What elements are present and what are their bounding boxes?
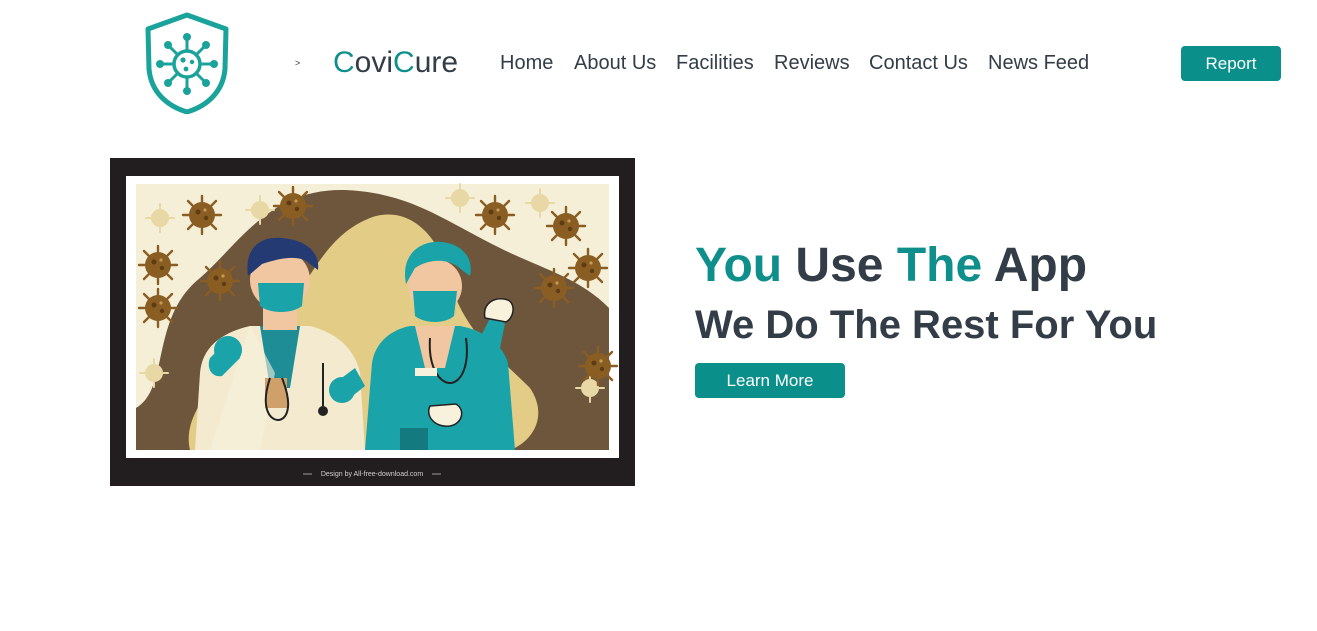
headline-word-app: App (982, 239, 1088, 292)
hero-illustration: Design by All-free-download.com (110, 158, 635, 486)
brand-part-ure: ure (414, 46, 459, 79)
nav-link-contact-us[interactable]: Contact Us (869, 52, 968, 74)
headline-word-you: You (695, 239, 783, 292)
brand-letter-c2: C (393, 46, 415, 79)
brand-name[interactable]: CoviCure (333, 46, 458, 80)
nav-link-facilities[interactable]: Facilities (676, 52, 754, 74)
image-credit: Design by All-free-download.com (321, 471, 423, 478)
brand-letter-c1: C (333, 46, 355, 79)
nav-toggler[interactable]: > (295, 58, 300, 68)
headline-word-the: The (896, 239, 983, 292)
brand-part-ovi: ovi (354, 46, 394, 79)
nav-link-about-us[interactable]: About Us (574, 52, 656, 74)
virus-shield-icon[interactable] (141, 12, 233, 114)
report-button[interactable]: Report (1181, 46, 1281, 81)
hero-headline: You Use The App (695, 238, 1087, 294)
headline-word-use: Use (782, 239, 897, 292)
learn-more-button[interactable]: Learn More (695, 363, 845, 398)
navbar: > CoviCure Home About Us Facilities Revi… (0, 0, 1317, 126)
hero-subline: We Do The Rest For You (695, 303, 1158, 347)
doctors-illustration: Design by All-free-download.com (126, 176, 619, 478)
nav-link-news-feed[interactable]: News Feed (988, 52, 1089, 74)
nav-link-home[interactable]: Home (500, 52, 553, 74)
nav-link-reviews[interactable]: Reviews (774, 52, 850, 74)
